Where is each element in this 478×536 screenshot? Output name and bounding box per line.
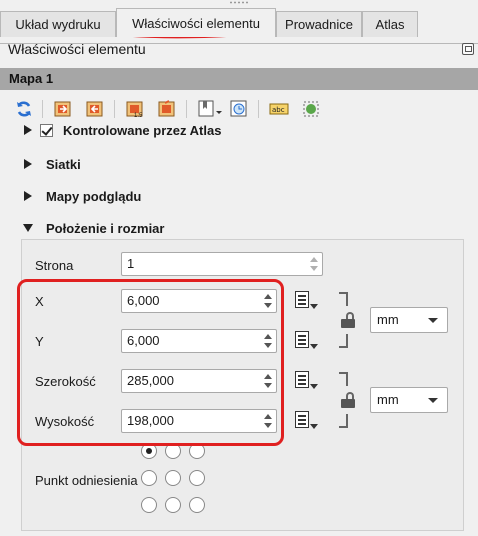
ref-point-bottom-left[interactable] (141, 497, 157, 513)
width-label: Szerokość (35, 374, 96, 389)
lock-size-icon[interactable] (341, 392, 355, 408)
page-spinbox[interactable]: 1 (121, 252, 323, 276)
properties-scroll-area[interactable]: Kontrolowane przez Atlas Siatki Mapy pod… (0, 124, 478, 536)
tab-item-properties[interactable]: Właściwości elementu (116, 8, 276, 37)
section-overviews-label: Mapy podglądu (46, 188, 142, 204)
section-grids-label: Siatki (46, 156, 81, 172)
lock-position-icon[interactable] (341, 312, 355, 328)
position-unit-select[interactable]: mm (370, 307, 448, 333)
atlas-controlled-row[interactable]: Kontrolowane przez Atlas (0, 124, 221, 143)
float-panel-icon[interactable] (462, 43, 474, 55)
reference-point-label: Punkt odniesienia (35, 473, 138, 488)
view-extent-in-canvas-icon[interactable] (84, 98, 106, 120)
collapsed-arrow-icon (24, 159, 32, 169)
link-bracket-top (339, 292, 348, 306)
svg-text:abc: abc (272, 106, 285, 114)
section-overviews[interactable]: Mapy podglądu (0, 183, 141, 209)
y-label: Y (35, 334, 44, 349)
chevron-down-icon (428, 318, 438, 323)
height-spinbox[interactable]: 198,000 (121, 409, 277, 433)
spin-down-icon[interactable] (264, 343, 272, 348)
refresh-icon[interactable] (13, 98, 35, 120)
section-position-size[interactable]: Położenie i rozmiar (0, 215, 164, 241)
y-data-defined-icon[interactable] (292, 328, 320, 354)
collapsed-arrow-icon (24, 125, 32, 135)
set-scale-icon[interactable]: 1:5 (124, 98, 146, 120)
svg-text:1:5: 1:5 (134, 113, 143, 119)
spin-down-icon[interactable] (264, 383, 272, 388)
size-unit-select[interactable]: mm (370, 387, 448, 413)
ref-point-bottom-center[interactable] (165, 497, 181, 513)
width-data-defined-icon[interactable] (292, 368, 320, 394)
ref-point-bottom-right[interactable] (189, 497, 205, 513)
tab-guides[interactable]: Prowadnice (276, 11, 362, 37)
spin-up-icon[interactable] (264, 294, 272, 299)
y-value: 6,000 (127, 333, 160, 348)
collapsed-arrow-icon (24, 191, 32, 201)
tab-bar: Układ wydruku Właściwości elementu Prowa… (0, 8, 478, 44)
panel-title: Właściwości elementu (8, 41, 146, 57)
height-label: Wysokość (35, 414, 95, 429)
x-value: 6,000 (127, 293, 160, 308)
atlas-controlled-label: Kontrolowane przez Atlas (63, 124, 222, 138)
tab-atlas[interactable]: Atlas (362, 11, 418, 37)
width-spinbox[interactable]: 285,000 (121, 369, 277, 393)
y-spinbox[interactable]: 6,000 (121, 329, 277, 353)
tab-layout[interactable]: Układ wydruku (0, 11, 116, 37)
page-label: Strona (35, 258, 74, 273)
position-unit-value: mm (377, 312, 399, 327)
map-toolbar: 1:5 abc (0, 92, 478, 124)
set-extent-from-canvas-icon[interactable] (52, 98, 74, 120)
ref-point-middle-right[interactable] (189, 470, 205, 486)
section-position-size-label: Położenie i rozmiar (46, 220, 165, 236)
section-grids[interactable]: Siatki (0, 151, 81, 177)
spin-up-icon[interactable] (264, 414, 272, 419)
spin-down-icon[interactable] (310, 266, 318, 271)
set-scale-out-icon[interactable] (156, 98, 178, 120)
link-bracket-bottom (339, 334, 348, 348)
dock-grip[interactable] (229, 1, 249, 4)
page-value: 1 (127, 256, 135, 271)
height-value: 198,000 (127, 413, 174, 428)
clipping-icon[interactable] (300, 98, 322, 120)
spin-down-icon[interactable] (264, 303, 272, 308)
x-label: X (35, 294, 44, 309)
temporal-icon[interactable] (228, 98, 250, 120)
height-data-defined-icon[interactable] (292, 408, 320, 434)
x-data-defined-icon[interactable] (292, 288, 320, 314)
spin-up-icon[interactable] (310, 257, 318, 262)
ref-point-middle-left[interactable] (141, 470, 157, 486)
x-spinbox[interactable]: 6,000 (121, 289, 277, 313)
spin-down-icon[interactable] (264, 423, 272, 428)
link-bracket-bottom (339, 414, 348, 428)
expanded-arrow-icon (23, 224, 33, 232)
spin-up-icon[interactable] (264, 334, 272, 339)
ref-point-top-right[interactable] (189, 443, 205, 459)
ref-point-top-left[interactable] (141, 443, 157, 459)
item-header: Mapa 1 (0, 68, 478, 90)
size-unit-value: mm (377, 392, 399, 407)
label-settings-icon[interactable]: abc (268, 98, 290, 120)
atlas-controlled-checkbox[interactable] (40, 124, 53, 137)
ref-point-top-center[interactable] (165, 443, 181, 459)
spin-up-icon[interactable] (264, 374, 272, 379)
link-bracket-top (339, 372, 348, 386)
width-value: 285,000 (127, 373, 174, 388)
bookmarks-icon[interactable] (196, 98, 224, 120)
chevron-down-icon (428, 398, 438, 403)
ref-point-middle-center[interactable] (165, 470, 181, 486)
